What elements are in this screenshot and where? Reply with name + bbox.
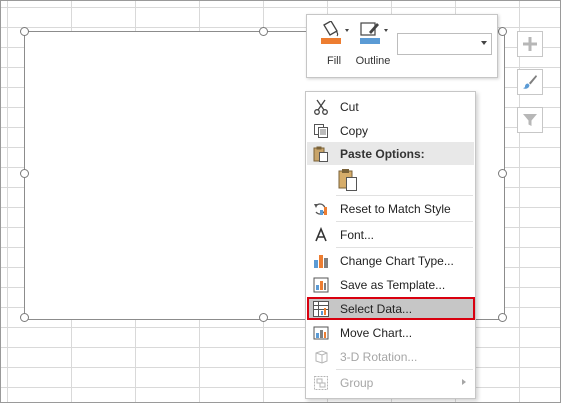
chart-elements-button[interactable] (517, 31, 543, 57)
reset-style-icon (313, 201, 329, 217)
menu-item-save-as-template[interactable]: Save as Template... (307, 273, 474, 296)
menu-item-label: Font... (340, 228, 375, 242)
menu-item-reset-to-match-style[interactable]: Reset to Match Style (307, 197, 474, 220)
chart-element-dropdown[interactable] (397, 33, 492, 55)
outline-button[interactable]: Outline (350, 19, 396, 73)
clipboard-paste-icon (338, 169, 357, 191)
select-data-icon (313, 301, 329, 317)
chevron-down-icon (481, 41, 487, 45)
font-icon (313, 227, 329, 243)
menu-item-copy[interactable]: Copy (307, 119, 474, 142)
menu-item-move-chart[interactable]: Move Chart... (307, 321, 474, 344)
filter-icon (523, 114, 537, 126)
pen-outline-icon (360, 22, 388, 44)
menu-separator (336, 221, 473, 222)
paste-icon (313, 146, 329, 162)
resize-handle-top-center[interactable] (259, 27, 268, 36)
menu-item-label: Cut (340, 100, 359, 114)
menu-item-change-chart-type[interactable]: Change Chart Type... (307, 249, 474, 272)
menu-item-label: Paste Options: (340, 147, 425, 161)
outline-label: Outline (355, 55, 391, 67)
menu-item-cut[interactable]: Cut (307, 95, 474, 118)
plus-icon (523, 37, 537, 51)
menu-item-group: Group (307, 371, 474, 394)
menu-item-select-data[interactable]: Select Data... (307, 297, 475, 320)
scissors-icon (313, 99, 329, 115)
format-mini-toolbar: Fill Outline (306, 14, 498, 78)
paste-option-button[interactable] (337, 168, 361, 192)
resize-handle-bottom-right[interactable] (498, 313, 507, 322)
menu-item-label: 3-D Rotation... (340, 350, 418, 364)
menu-item-3d-rotation: 3-D Rotation... (307, 345, 474, 368)
menu-item-label: Change Chart Type... (340, 254, 454, 268)
resize-handle-middle-right[interactable] (498, 169, 507, 178)
chart-styles-button[interactable] (517, 69, 543, 95)
context-menu: Cut Copy Paste Options: Reset to Match S… (305, 91, 476, 399)
paste-options-header: Paste Options: (307, 142, 474, 165)
paint-bucket-icon (321, 21, 349, 44)
menu-separator (336, 195, 473, 196)
move-chart-icon (313, 325, 329, 341)
resize-handle-middle-left[interactable] (20, 169, 29, 178)
menu-item-label: Group (340, 376, 374, 390)
chart-filters-button[interactable] (517, 107, 543, 133)
menu-item-label: Reset to Match Style (340, 202, 451, 216)
menu-item-font[interactable]: Font... (307, 223, 474, 246)
copy-icon (313, 123, 329, 139)
menu-item-label: Save as Template... (340, 278, 446, 292)
menu-separator (336, 369, 473, 370)
menu-separator (336, 247, 473, 248)
resize-handle-top-left[interactable] (20, 27, 29, 36)
paintbrush-icon (523, 75, 537, 89)
group-icon (313, 375, 329, 391)
save-template-icon (313, 277, 329, 293)
rotation-3d-icon (313, 349, 329, 365)
resize-handle-top-right[interactable] (498, 27, 507, 36)
menu-item-label: Move Chart... (340, 326, 413, 340)
chevron-right-icon (462, 379, 466, 385)
chart-type-icon (313, 253, 329, 269)
menu-item-label: Copy (340, 124, 369, 138)
resize-handle-bottom-left[interactable] (20, 313, 29, 322)
resize-handle-bottom-center[interactable] (259, 313, 268, 322)
menu-item-label: Select Data... (340, 302, 413, 316)
